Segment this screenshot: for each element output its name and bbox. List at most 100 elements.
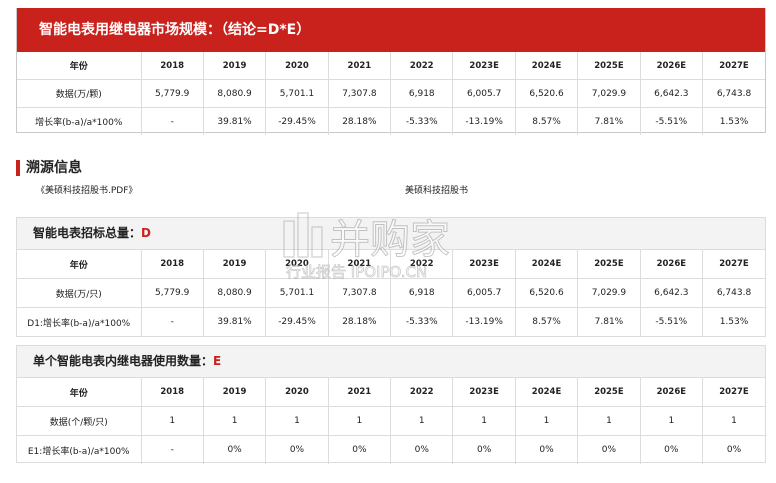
section-e-title: 单个智能电表内继电器使用数量： xyxy=(33,354,214,368)
year-cell: 2023E xyxy=(452,52,516,80)
value-cell: 28.18% xyxy=(327,107,392,135)
value-cell: 0% xyxy=(202,435,267,464)
banner-title: 智能电表用继电器市场规模：（结论=D*E） xyxy=(17,8,765,52)
year-cell: 2020 xyxy=(265,52,329,80)
year-cell: 2027E xyxy=(702,250,765,279)
year-cell: 2019 xyxy=(202,52,267,80)
value-cell: -5.51% xyxy=(639,307,704,336)
value-cell: 7.81% xyxy=(577,107,641,135)
source-name: 美硕科技招股书 xyxy=(405,186,469,196)
value-cell: 28.18% xyxy=(327,307,392,336)
year-cell: 2027E xyxy=(702,52,765,80)
table-row: D1:增长率(b-a)/a*100% - 39.81% -29.45% 28.1… xyxy=(17,307,765,336)
year-cell: 2018 xyxy=(140,250,204,279)
row-label: D1:增长率(b-a)/a*100% xyxy=(17,307,142,336)
value-cell: 0% xyxy=(390,435,454,464)
year-cell: 2026E xyxy=(639,250,704,279)
value-cell: 5,701.1 xyxy=(265,278,329,308)
value-cell: 1 xyxy=(202,406,267,436)
value-cell: 8.57% xyxy=(514,307,579,336)
trace-title: 溯源信息 xyxy=(16,160,82,176)
value-cell: 1 xyxy=(390,406,454,436)
value-cell: 0% xyxy=(514,435,579,464)
table-row: E1:增长率(b-a)/a*100% - 0% 0% 0% 0% 0% 0% 0… xyxy=(17,435,765,464)
year-cell: 2020 xyxy=(265,250,329,279)
value-cell: 5,779.9 xyxy=(140,278,204,308)
value-cell: -13.19% xyxy=(452,307,516,336)
source-document: 《美硕科技招股书.PDF》 xyxy=(36,186,138,196)
section-d-mark: D xyxy=(141,226,151,240)
year-cell: 2024E xyxy=(514,378,579,407)
section-e-mark: E xyxy=(213,354,222,368)
value-cell: 6,005.7 xyxy=(452,79,516,108)
value-cell: 6,520.6 xyxy=(514,79,579,108)
year-cell: 2023E xyxy=(452,378,516,407)
value-cell: 8.57% xyxy=(514,107,579,135)
year-cell: 2024E xyxy=(514,250,579,279)
value-cell: 0% xyxy=(327,435,392,464)
year-cell: 2018 xyxy=(140,378,204,407)
section-d-panel: 智能电表招标总量：D 年份 2018 2019 2020 2021 2022 2… xyxy=(16,217,766,337)
section-e-panel: 单个智能电表内继电器使用数量：E 年份 2018 2019 2020 2021 … xyxy=(16,345,766,464)
value-cell: 39.81% xyxy=(202,307,267,336)
table-row: 数据(万/只) 5,779.9 8,080.9 5,701.1 7,307.8 … xyxy=(17,278,765,308)
value-cell: 6,743.8 xyxy=(702,278,765,308)
value-cell: 7.81% xyxy=(577,307,641,336)
year-cell: 2020 xyxy=(265,378,329,407)
value-cell: 1 xyxy=(265,406,329,436)
year-cell: 2025E xyxy=(577,250,641,279)
value-cell: - xyxy=(140,107,204,135)
table-header-row: 年份 2018 2019 2020 2021 2022 2023E 2024E … xyxy=(17,52,765,80)
value-cell: 0% xyxy=(639,435,704,464)
value-cell: 0% xyxy=(265,435,329,464)
year-cell: 2018 xyxy=(140,52,204,80)
value-cell: -5.33% xyxy=(390,307,454,336)
year-cell: 2022 xyxy=(390,250,454,279)
value-cell: 8,080.9 xyxy=(202,79,267,108)
section-e-header: 单个智能电表内继电器使用数量：E xyxy=(17,346,765,378)
value-cell: 6,743.8 xyxy=(702,79,765,108)
market-size-table: 年份 2018 2019 2020 2021 2022 2023E 2024E … xyxy=(17,52,765,135)
value-cell: 39.81% xyxy=(202,107,267,135)
value-cell: 6,918 xyxy=(390,79,454,108)
year-cell: 2019 xyxy=(202,378,267,407)
value-cell: 6,005.7 xyxy=(452,278,516,308)
table-row: 增长率(b-a)/a*100% - 39.81% -29.45% 28.18% … xyxy=(17,107,765,135)
table-row: 数据(万/颗) 5,779.9 8,080.9 5,701.1 7,307.8 … xyxy=(17,79,765,108)
value-cell: 7,029.9 xyxy=(577,79,641,108)
value-cell: 7,307.8 xyxy=(327,79,392,108)
value-cell: 1 xyxy=(577,406,641,436)
value-cell: - xyxy=(140,435,204,464)
table-header-row: 年份 2018 2019 2020 2021 2022 2023E 2024E … xyxy=(17,378,765,407)
section-d-header: 智能电表招标总量：D xyxy=(17,218,765,250)
year-cell: 2026E xyxy=(639,378,704,407)
year-cell: 2026E xyxy=(639,52,704,80)
value-cell: -29.45% xyxy=(265,307,329,336)
year-cell: 2021 xyxy=(327,250,392,279)
year-cell: 2025E xyxy=(577,52,641,80)
value-cell: 6,520.6 xyxy=(514,278,579,308)
value-cell: 0% xyxy=(702,435,765,464)
value-cell: 5,701.1 xyxy=(265,79,329,108)
value-cell: 6,642.3 xyxy=(639,79,704,108)
value-cell: 1.53% xyxy=(702,307,765,336)
value-cell: 1 xyxy=(327,406,392,436)
value-cell: 1 xyxy=(514,406,579,436)
row-label: 数据(万/只) xyxy=(17,278,142,308)
section-e-table: 年份 2018 2019 2020 2021 2022 2023E 2024E … xyxy=(17,378,765,464)
value-cell: - xyxy=(140,307,204,336)
year-cell: 2019 xyxy=(202,250,267,279)
value-cell: 6,642.3 xyxy=(639,278,704,308)
value-cell: 1 xyxy=(452,406,516,436)
market-size-panel: 智能电表用继电器市场规模：（结论=D*E） 年份 2018 2019 2020 … xyxy=(16,8,766,135)
section-d-table: 年份 2018 2019 2020 2021 2022 2023E 2024E … xyxy=(17,250,765,336)
value-cell: 1 xyxy=(639,406,704,436)
value-cell: -13.19% xyxy=(452,107,516,135)
value-cell: 1 xyxy=(140,406,204,436)
row-label: E1:增长率(b-a)/a*100% xyxy=(17,435,142,464)
year-cell: 2024E xyxy=(514,52,579,80)
value-cell: 7,029.9 xyxy=(577,278,641,308)
value-cell: 8,080.9 xyxy=(202,278,267,308)
value-cell: 7,307.8 xyxy=(327,278,392,308)
year-label: 年份 xyxy=(17,250,142,279)
